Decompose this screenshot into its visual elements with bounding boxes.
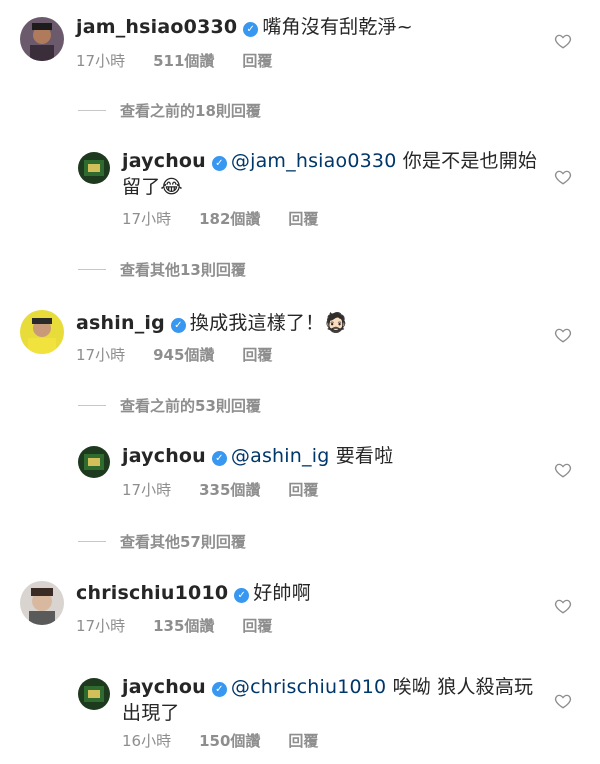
avatar[interactable] — [20, 310, 64, 354]
reply-button[interactable]: 回覆 — [288, 481, 318, 499]
emoji: 😂 — [160, 176, 183, 198]
view-more-label: 查看之前的53則回覆 — [120, 397, 261, 415]
reply-button[interactable]: 回覆 — [242, 346, 272, 364]
reply-button[interactable]: 回覆 — [242, 52, 272, 70]
mention-link[interactable]: @chrischiu1010 — [231, 676, 386, 698]
view-more-label: 查看之前的18則回覆 — [120, 102, 261, 120]
heart-outline-icon[interactable] — [554, 692, 572, 710]
username[interactable]: chrischiu1010 — [76, 582, 228, 604]
comment-body: 要看啦 — [335, 445, 394, 467]
timestamp: 17小時 — [122, 481, 172, 499]
like-count[interactable]: 150個讚 — [199, 732, 260, 750]
comment-meta: 17小時 335個讚 回覆 — [122, 479, 346, 500]
comment-text: jam_hsiao0330 ✓ 嘴角沒有刮乾淨~ — [76, 14, 413, 40]
like-count[interactable]: 182個讚 — [199, 210, 260, 228]
username[interactable]: jaychou — [122, 150, 206, 172]
username[interactable]: jam_hsiao0330 — [76, 16, 237, 38]
verified-badge-icon: ✓ — [211, 451, 227, 466]
timestamp: 17小時 — [76, 52, 126, 70]
verified-badge-icon: ✓ — [243, 22, 259, 37]
comment-body-line2: 留了 — [122, 176, 161, 198]
like-count[interactable]: 945個讚 — [153, 346, 214, 364]
view-more-label: 查看其他57則回覆 — [120, 533, 246, 551]
mention-link[interactable]: @jam_hsiao0330 — [231, 150, 397, 172]
timestamp: 17小時 — [76, 617, 126, 635]
comment-body: 換成我這樣了！ — [189, 312, 325, 334]
verified-badge-icon: ✓ — [234, 588, 250, 603]
comment-text: chrischiu1010 ✓ 好帥啊 — [76, 580, 311, 606]
view-more-replies[interactable]: 查看之前的18則回覆 — [78, 100, 261, 121]
avatar[interactable] — [78, 152, 110, 184]
comment-meta: 17小時 511個讚 回覆 — [76, 50, 300, 71]
verified-badge-icon: ✓ — [211, 156, 227, 171]
view-more-replies[interactable]: 查看其他57則回覆 — [78, 531, 246, 552]
avatar[interactable] — [78, 446, 110, 478]
emoji: 🧔🏻 — [324, 312, 349, 334]
like-count[interactable]: 335個讚 — [199, 481, 260, 499]
reply-button[interactable]: 回覆 — [288, 732, 318, 750]
like-count[interactable]: 135個讚 — [153, 617, 214, 635]
avatar[interactable] — [20, 581, 64, 625]
username[interactable]: ashin_ig — [76, 312, 165, 334]
timestamp: 16小時 — [122, 732, 172, 750]
comment-meta: 16小時 150個讚 回覆 — [122, 730, 346, 751]
avatar[interactable] — [78, 678, 110, 710]
like-count[interactable]: 511個讚 — [153, 52, 214, 70]
heart-outline-icon[interactable] — [554, 168, 572, 186]
view-more-replies[interactable]: 查看之前的53則回覆 — [78, 395, 261, 416]
timestamp: 17小時 — [76, 346, 126, 364]
comment-body: 嘴角沒有刮乾淨~ — [262, 16, 413, 38]
heart-outline-icon[interactable] — [554, 32, 572, 50]
verified-badge-icon: ✓ — [211, 682, 227, 697]
comment-body: 唉呦 狼人殺高玩 — [392, 676, 534, 698]
comment-body: 你是不是也開始 — [402, 150, 538, 172]
comment-meta: 17小時 135個讚 回覆 — [76, 615, 300, 636]
comment-text: jaychou ✓ @jam_hsiao0330 你是不是也開始 留了😂 — [122, 148, 537, 200]
view-more-label: 查看其他13則回覆 — [120, 261, 246, 279]
divider — [78, 269, 106, 270]
divider — [78, 110, 106, 111]
username[interactable]: jaychou — [122, 445, 206, 467]
divider — [78, 405, 106, 406]
heart-outline-icon[interactable] — [554, 597, 572, 615]
divider — [78, 541, 106, 542]
comment-body: 好帥啊 — [253, 582, 311, 604]
username[interactable]: jaychou — [122, 676, 206, 698]
comment-text: jaychou ✓ @ashin_ig 要看啦 — [122, 443, 393, 469]
comment-body-line2: 出現了 — [122, 702, 180, 724]
heart-outline-icon[interactable] — [554, 326, 572, 344]
verified-badge-icon: ✓ — [170, 318, 186, 333]
comment-text: jaychou ✓ @chrischiu1010 唉呦 狼人殺高玩 出現了 — [122, 674, 533, 726]
avatar[interactable] — [20, 17, 64, 61]
comment-text: ashin_ig ✓ 換成我這樣了！🧔🏻 — [76, 310, 348, 336]
view-more-replies[interactable]: 查看其他13則回覆 — [78, 259, 246, 280]
comment-meta: 17小時 945個讚 回覆 — [76, 344, 300, 365]
reply-button[interactable]: 回覆 — [288, 210, 318, 228]
timestamp: 17小時 — [122, 210, 172, 228]
mention-link[interactable]: @ashin_ig — [231, 445, 330, 467]
heart-outline-icon[interactable] — [554, 461, 572, 479]
comment-meta: 17小時 182個讚 回覆 — [122, 208, 346, 229]
reply-button[interactable]: 回覆 — [242, 617, 272, 635]
